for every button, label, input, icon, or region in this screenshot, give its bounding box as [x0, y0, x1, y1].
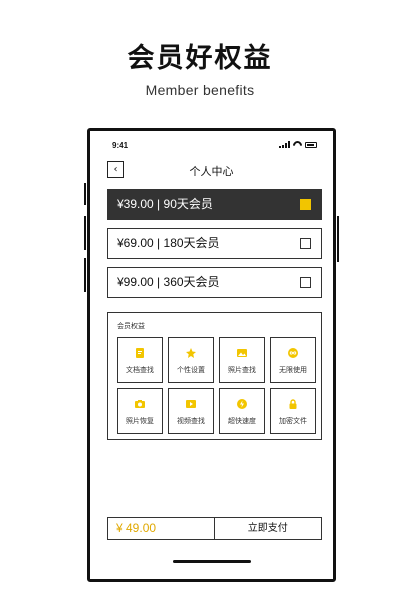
- plan-checkbox[interactable]: [300, 277, 311, 288]
- infinity-icon: [287, 347, 299, 359]
- lock-icon: [287, 398, 299, 410]
- benefit-document-search[interactable]: 文档查找: [117, 337, 163, 383]
- plan-duration: 90天会员: [163, 197, 213, 211]
- plan-separator: |: [157, 236, 161, 250]
- phone-volume-down-button: [84, 258, 86, 292]
- hero-subtitle: Member benefits: [145, 82, 255, 98]
- benefit-video-search[interactable]: 视频查找: [168, 388, 214, 434]
- benefit-label: 视频查找: [177, 417, 205, 425]
- benefit-label: 个性设置: [177, 366, 205, 374]
- benefit-personalize[interactable]: 个性设置: [168, 337, 214, 383]
- phone-frame: 9:41 ‹ 个人中心 ¥39.00 | 90天会员 ¥69.00 | 180天…: [87, 128, 336, 582]
- wifi-icon: [293, 141, 302, 148]
- hero-title: 会员好权益: [127, 43, 273, 74]
- plan-option-90[interactable]: ¥39.00 | 90天会员: [107, 189, 322, 220]
- plan-price: ¥39.00: [117, 197, 154, 211]
- benefit-label: 超快速度: [228, 417, 256, 425]
- benefits-grid: 文档查找 个性设置 照片查找 无限使用 照片恢复 视频查找 超快速度 加密文件: [117, 337, 316, 434]
- phone-mute-button: [84, 183, 86, 205]
- plan-price: ¥99.00: [117, 275, 154, 289]
- benefit-label: 加密文件: [279, 417, 307, 425]
- home-indicator[interactable]: [173, 560, 251, 563]
- benefit-label: 照片查找: [228, 366, 256, 374]
- benefit-photo-restore[interactable]: 照片恢复: [117, 388, 163, 434]
- plan-option-180[interactable]: ¥69.00 | 180天会员: [107, 228, 322, 259]
- lightning-icon: [236, 398, 248, 410]
- plan-separator: |: [157, 197, 161, 211]
- plan-checkbox[interactable]: [300, 238, 311, 249]
- plan-duration: 180天会员: [163, 236, 220, 250]
- plan-option-360[interactable]: ¥99.00 | 360天会员: [107, 267, 322, 298]
- nav-bar: ‹ 个人中心: [90, 159, 333, 181]
- benefit-unlimited[interactable]: 无限使用: [270, 337, 316, 383]
- plan-duration: 360天会员: [163, 275, 220, 289]
- status-icons: [279, 141, 317, 148]
- personalize-icon: [185, 347, 197, 359]
- benefit-label: 照片恢复: [126, 417, 154, 425]
- benefit-fast-speed[interactable]: 超快速度: [219, 388, 265, 434]
- benefit-photo-search[interactable]: 照片查找: [219, 337, 265, 383]
- status-time: 9:41: [112, 141, 129, 150]
- document-search-icon: [134, 347, 146, 359]
- payment-bar: ¥ 49.00 立即支付: [107, 517, 322, 540]
- page-title: 个人中心: [189, 165, 234, 178]
- photo-icon: [236, 347, 248, 359]
- plan-separator: |: [157, 275, 161, 289]
- total-price: ¥ 49.00: [108, 518, 215, 539]
- signal-icon: [279, 141, 290, 148]
- status-bar: 9:41: [90, 139, 333, 153]
- pay-now-button[interactable]: 立即支付: [215, 518, 322, 539]
- plan-checkbox[interactable]: [300, 199, 311, 210]
- benefit-label: 无限使用: [279, 366, 307, 374]
- camera-icon: [134, 398, 146, 410]
- benefit-encrypted-files[interactable]: 加密文件: [270, 388, 316, 434]
- plan-price: ¥69.00: [117, 236, 154, 250]
- battery-icon: [305, 142, 317, 148]
- benefits-title: 会员权益: [117, 322, 145, 330]
- phone-volume-up-button: [84, 216, 86, 250]
- benefit-label: 文档查找: [126, 366, 154, 374]
- benefits-panel: 会员权益 文档查找 个性设置 照片查找 无限使用 照片恢复 视频查找 超快速度 …: [107, 312, 322, 440]
- video-icon: [185, 398, 197, 410]
- phone-power-button: [337, 216, 339, 262]
